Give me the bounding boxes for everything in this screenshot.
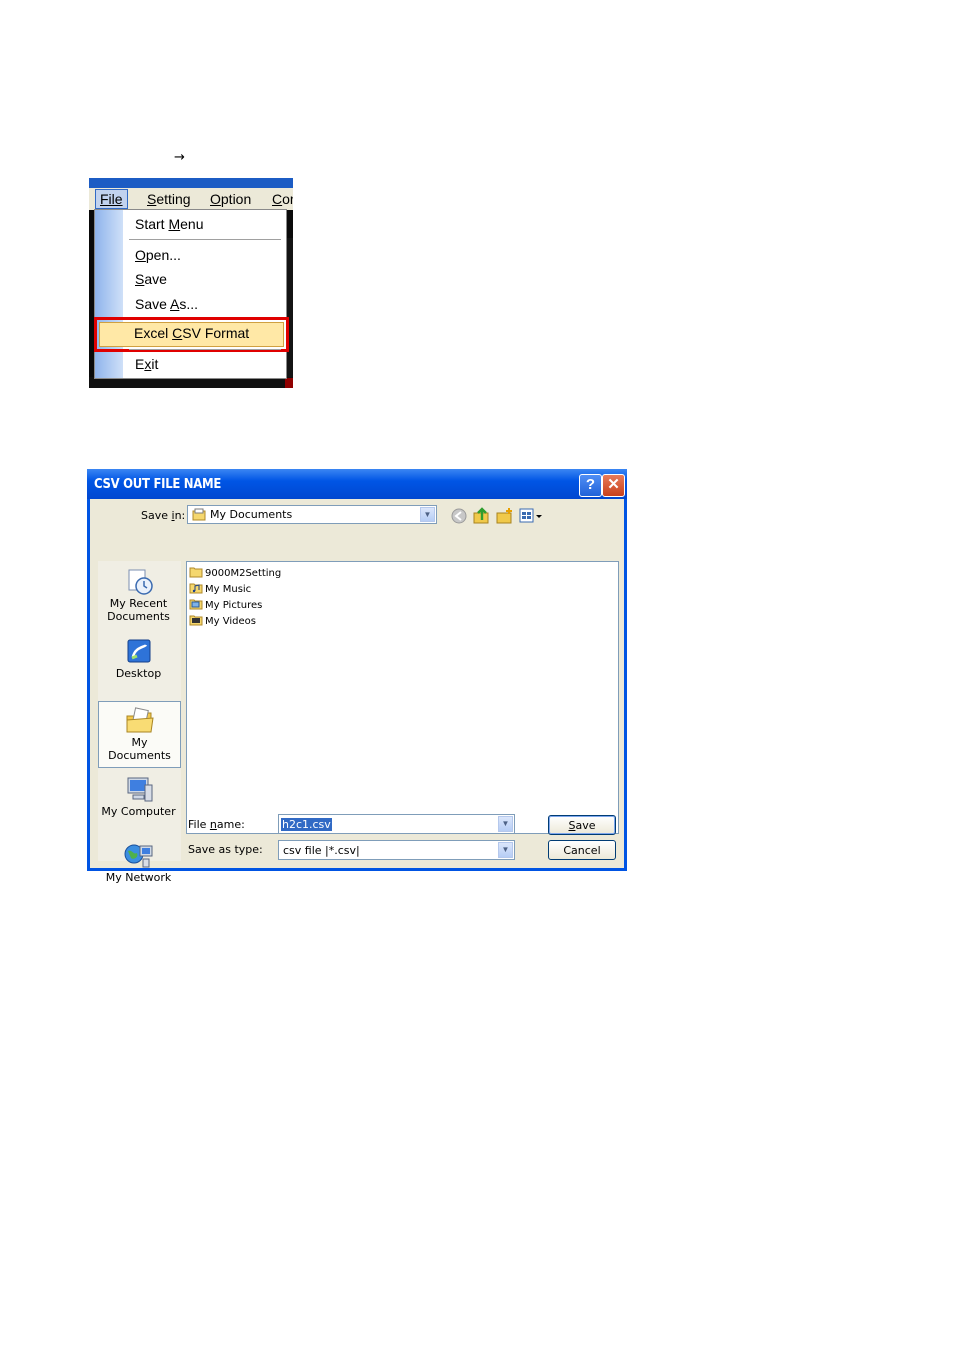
place-my-recent-documents[interactable]: My Recent Documents [98, 567, 179, 623]
desktop-icon [127, 639, 150, 663]
folder-icon [189, 567, 203, 578]
menu-file[interactable]: File [95, 189, 128, 209]
file-name-label: File name: [188, 818, 245, 831]
save-in-combo[interactable]: My Documents ▼ [187, 505, 437, 524]
list-item[interactable]: 9000M2Setting [189, 566, 281, 579]
my-documents-icon [126, 707, 154, 733]
save-in-label: Save in: [141, 509, 186, 522]
save-button[interactable]: Save [548, 815, 616, 835]
my-computer-icon [127, 777, 152, 802]
music-folder-icon [189, 583, 203, 594]
help-button[interactable]: ? [579, 474, 602, 497]
my-documents-icon [192, 508, 206, 521]
window-title-strip [89, 178, 293, 188]
file-list[interactable]: 9000M2Setting My Music My Pictures My Vi… [186, 561, 619, 834]
dialog-client: Save in: My Documents ▼ My Recent Docume… [90, 499, 624, 884]
my-network-icon [124, 844, 152, 868]
chevron-down-icon[interactable]: ▼ [498, 842, 513, 858]
menu-item-start-menu[interactable]: Start Menu [135, 216, 204, 232]
file-name-field[interactable]: h2c1.csv ▼ [278, 814, 515, 834]
menu-item-open[interactable]: Open... [135, 247, 181, 263]
place-my-computer[interactable]: My Computer [98, 775, 179, 818]
chevron-down-icon[interactable]: ▼ [498, 816, 513, 832]
places-bar: My Recent Documents Desktop My Documents… [98, 561, 181, 884]
menubar: File Setting Option Cor [89, 188, 293, 210]
place-desktop[interactable]: Desktop [98, 637, 179, 680]
save-as-type-label: Save as type: [188, 843, 263, 856]
cancel-button[interactable]: Cancel [548, 840, 616, 860]
recent-documents-icon [128, 569, 153, 595]
list-item[interactable]: My Music [189, 582, 251, 595]
file-dropdown: Start Menu Open... Save Save As... Excel… [94, 209, 289, 379]
menu-item-save[interactable]: Save [135, 271, 167, 287]
pictures-folder-icon [189, 599, 203, 610]
menu-cor[interactable]: Cor [272, 191, 293, 207]
arrow-icon: → [174, 150, 185, 165]
back-icon[interactable] [451, 508, 467, 524]
view-menu-icon[interactable] [519, 508, 543, 523]
place-my-network[interactable]: My Network [98, 841, 179, 884]
menu-setting[interactable]: Setting [147, 191, 191, 207]
up-folder-icon[interactable] [473, 507, 491, 524]
menu-separator [129, 239, 281, 240]
highlight-box: Excel CSV Format [94, 317, 289, 352]
csv-save-dialog: CSV OUT FILE NAME ? ✕ Save in: My Docume… [87, 469, 627, 884]
place-my-documents[interactable]: My Documents [98, 701, 181, 768]
new-folder-icon[interactable] [496, 507, 514, 524]
menu-separator [129, 349, 281, 350]
menu-item-exit[interactable]: Exit [135, 356, 158, 372]
list-item[interactable]: My Videos [189, 614, 256, 627]
chevron-down-icon[interactable]: ▼ [420, 507, 435, 522]
menu-option[interactable]: Option [210, 191, 251, 207]
list-item[interactable]: My Pictures [189, 598, 262, 611]
dialog-title: CSV OUT FILE NAME [94, 477, 222, 492]
close-button[interactable]: ✕ [602, 474, 625, 497]
videos-folder-icon [189, 615, 203, 626]
file-menu-screenshot: File Setting Option Cor Start Menu Open.… [89, 178, 293, 388]
menu-sidebar [95, 210, 123, 378]
menu-item-save-as[interactable]: Save As... [135, 296, 198, 312]
title-bar: CSV OUT FILE NAME ? ✕ [87, 469, 627, 499]
save-as-type-select[interactable]: csv file |*.csv| ▼ [278, 840, 515, 860]
menu-item-excel-csv-format[interactable]: Excel CSV Format [134, 325, 249, 341]
